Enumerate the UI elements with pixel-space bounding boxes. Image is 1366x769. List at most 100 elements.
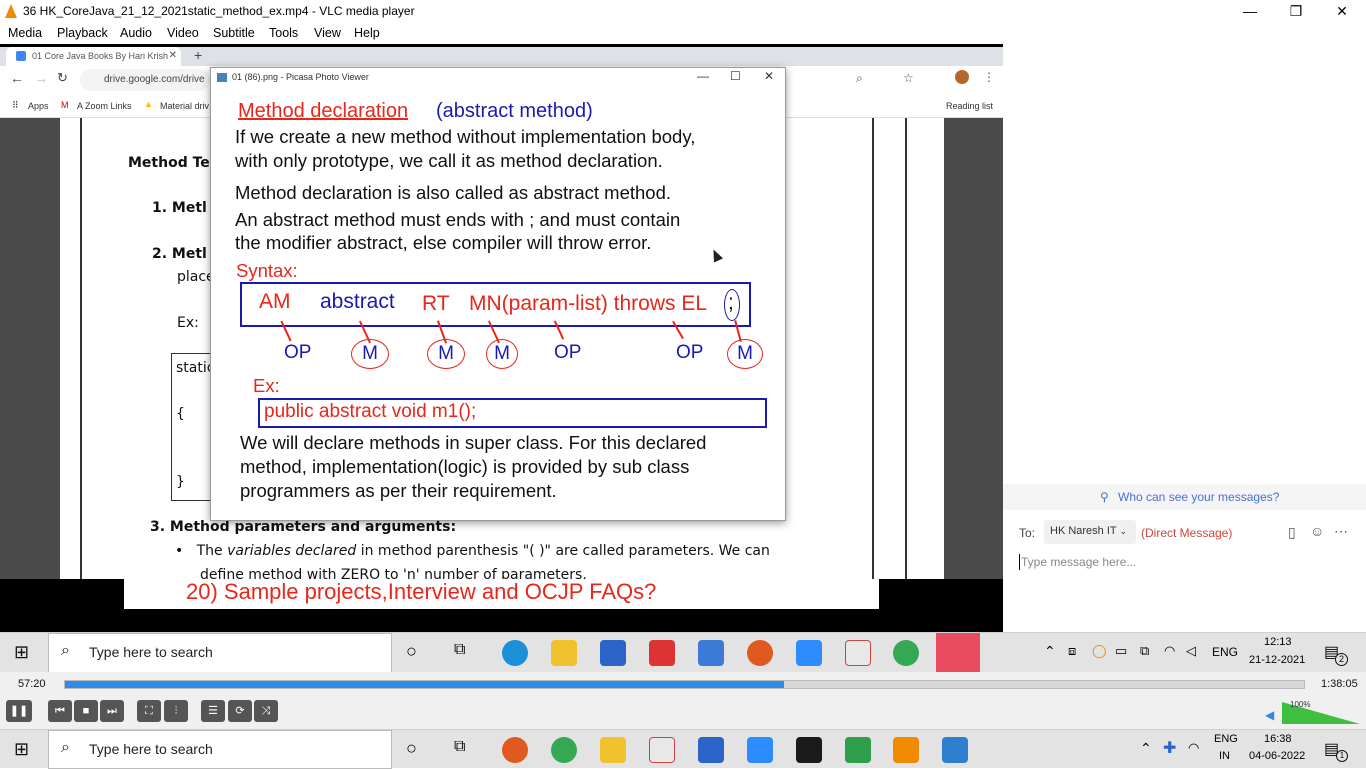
app-icon[interactable] bbox=[936, 633, 980, 673]
store-icon[interactable] bbox=[600, 640, 626, 666]
menu-view[interactable]: View bbox=[314, 26, 341, 40]
chevron-up-icon[interactable]: ⌃ bbox=[1140, 740, 1152, 757]
doc-item-3: 3. Method parameters and arguments: bbox=[150, 519, 457, 535]
sticky-notes-icon[interactable] bbox=[796, 737, 822, 763]
clock-time[interactable]: 16:38 bbox=[1264, 733, 1292, 745]
wifi-icon[interactable]: ◠ bbox=[1188, 740, 1199, 756]
shuffle-button[interactable]: ⤨ bbox=[254, 700, 278, 722]
mark-m: M bbox=[427, 339, 465, 369]
windows-start-icon[interactable]: ⊞ bbox=[14, 739, 29, 760]
language-indicator[interactable]: ENG bbox=[1214, 733, 1238, 745]
snipping-icon[interactable] bbox=[649, 737, 675, 763]
forward-icon[interactable]: → bbox=[34, 70, 48, 86]
menu-media[interactable]: Media bbox=[8, 26, 42, 40]
file-icon[interactable]: ▯ bbox=[1288, 524, 1296, 541]
volume-icon[interactable]: ◁ bbox=[1186, 643, 1196, 659]
excel-icon[interactable] bbox=[845, 737, 871, 763]
restore-button[interactable]: ❐ bbox=[1273, 0, 1319, 24]
slide-para1-line2: with only prototype, we call it as metho… bbox=[235, 150, 663, 171]
star-icon[interactable]: ☆ bbox=[903, 71, 914, 85]
previous-button[interactable]: ⏮ bbox=[48, 700, 72, 722]
language-indicator[interactable]: ENG bbox=[1212, 645, 1238, 659]
clock-date[interactable]: 04-06-2022 bbox=[1249, 750, 1305, 762]
tray-icon[interactable]: ◯ bbox=[1092, 643, 1107, 659]
minimize-button[interactable]: — bbox=[1227, 0, 1273, 24]
reading-list[interactable]: Reading list bbox=[946, 101, 993, 111]
speaker-icon[interactable]: ◀ bbox=[1265, 708, 1274, 722]
url-field[interactable]: drive.google.com/drive bbox=[80, 69, 210, 91]
loop-button[interactable]: ⟳ bbox=[228, 700, 252, 722]
seek-bar[interactable] bbox=[64, 680, 1305, 689]
fullscreen-button[interactable]: ⛶ bbox=[137, 700, 161, 722]
new-tab-icon[interactable]: + bbox=[194, 47, 202, 63]
reload-icon[interactable]: ↻ bbox=[57, 70, 68, 86]
playlist-button[interactable]: ☰ bbox=[201, 700, 225, 722]
recorder-icon[interactable] bbox=[502, 737, 528, 763]
more-icon[interactable]: ⋯ bbox=[1334, 523, 1348, 540]
emoji-icon[interactable]: ☺ bbox=[1310, 523, 1324, 539]
back-icon[interactable]: ← bbox=[10, 70, 24, 86]
syntax-semicolon: ; bbox=[728, 291, 734, 314]
file-explorer-icon[interactable] bbox=[551, 640, 577, 666]
maximize-button[interactable]: ☐ bbox=[730, 69, 741, 83]
bookmark-material[interactable]: Material driv bbox=[160, 101, 209, 111]
stop-button[interactable]: ■ bbox=[74, 700, 98, 722]
tray-icon[interactable]: ✚ bbox=[1163, 738, 1176, 758]
taskbar-search[interactable]: ⌕ Type here to search bbox=[48, 633, 392, 673]
file-explorer-icon[interactable] bbox=[600, 737, 626, 763]
volume-slider[interactable]: 100% bbox=[1282, 700, 1360, 724]
syntax-label: Syntax: bbox=[236, 260, 298, 281]
more-icon[interactable]: ⋮ bbox=[983, 70, 995, 84]
menu-tools[interactable]: Tools bbox=[269, 26, 298, 40]
tray-icon[interactable]: ⧈ bbox=[1068, 643, 1076, 659]
picasa-icon bbox=[217, 73, 227, 82]
snipping-icon[interactable] bbox=[845, 640, 871, 666]
extended-settings-button[interactable]: ⫶ bbox=[164, 700, 188, 722]
battery-icon[interactable]: ▭ bbox=[1115, 643, 1127, 659]
taskbar-search[interactable]: ⌕ Type here to search bbox=[48, 730, 392, 769]
mail-icon[interactable] bbox=[698, 640, 724, 666]
menu-audio[interactable]: Audio bbox=[120, 26, 152, 40]
zoom-icon[interactable] bbox=[747, 737, 773, 763]
close-icon[interactable]: ✕ bbox=[169, 50, 177, 61]
bookmark-apps[interactable]: Apps bbox=[28, 101, 49, 111]
gift-icon[interactable] bbox=[649, 640, 675, 666]
task-view-icon[interactable]: ⧉ bbox=[454, 738, 465, 756]
chrome-icon[interactable] bbox=[551, 737, 577, 763]
region-indicator[interactable]: IN bbox=[1219, 750, 1230, 762]
pause-button[interactable]: ❚❚ bbox=[6, 700, 32, 722]
avatar[interactable] bbox=[955, 70, 969, 84]
message-input[interactable]: Type message here... bbox=[1019, 552, 1349, 574]
menu-playback[interactable]: Playback bbox=[57, 26, 108, 40]
minimize-button[interactable]: — bbox=[697, 69, 709, 83]
chrome-icon[interactable] bbox=[893, 640, 919, 666]
menu-subtitle[interactable]: Subtitle bbox=[213, 26, 255, 40]
search-placeholder: Type here to search bbox=[89, 741, 213, 757]
task-view-icon[interactable]: ⧉ bbox=[454, 641, 465, 659]
cortana-icon[interactable]: ○ bbox=[406, 641, 417, 662]
recipient-dropdown[interactable]: HK Naresh IT ⌄ bbox=[1044, 520, 1136, 544]
cortana-icon[interactable]: ○ bbox=[406, 738, 417, 759]
close-button[interactable]: ✕ bbox=[1319, 0, 1365, 24]
clock-time[interactable]: 12:13 bbox=[1264, 636, 1292, 648]
edge-icon[interactable] bbox=[502, 640, 528, 666]
bookmark-zoom[interactable]: A Zoom Links bbox=[77, 101, 132, 111]
wifi-icon[interactable]: ◠ bbox=[1164, 643, 1175, 659]
next-button[interactable]: ⏭ bbox=[100, 700, 124, 722]
recorder-icon[interactable] bbox=[747, 640, 773, 666]
menu-video[interactable]: Video bbox=[167, 26, 199, 40]
windows-start-icon[interactable]: ⊞ bbox=[14, 642, 29, 663]
clock-date[interactable]: 21-12-2021 bbox=[1249, 654, 1305, 666]
chevron-up-icon[interactable]: ⌃ bbox=[1044, 643, 1056, 660]
menu-help[interactable]: Help bbox=[354, 26, 380, 40]
store-icon[interactable] bbox=[698, 737, 724, 763]
tray-icon[interactable]: ⧉ bbox=[1140, 643, 1149, 659]
vlc-icon[interactable] bbox=[893, 737, 919, 763]
bullet-emphasis: variables declared bbox=[227, 543, 357, 559]
who-can-see-link[interactable]: Who can see your messages? bbox=[1118, 490, 1279, 504]
close-button[interactable]: ✕ bbox=[764, 69, 774, 83]
zoom-icon[interactable]: ⌕ bbox=[856, 71, 863, 86]
zoom-icon[interactable] bbox=[796, 640, 822, 666]
photos-icon[interactable] bbox=[942, 737, 968, 763]
browser-tab[interactable]: 01 Core Java Books By Hari Krish ✕ bbox=[6, 47, 181, 66]
